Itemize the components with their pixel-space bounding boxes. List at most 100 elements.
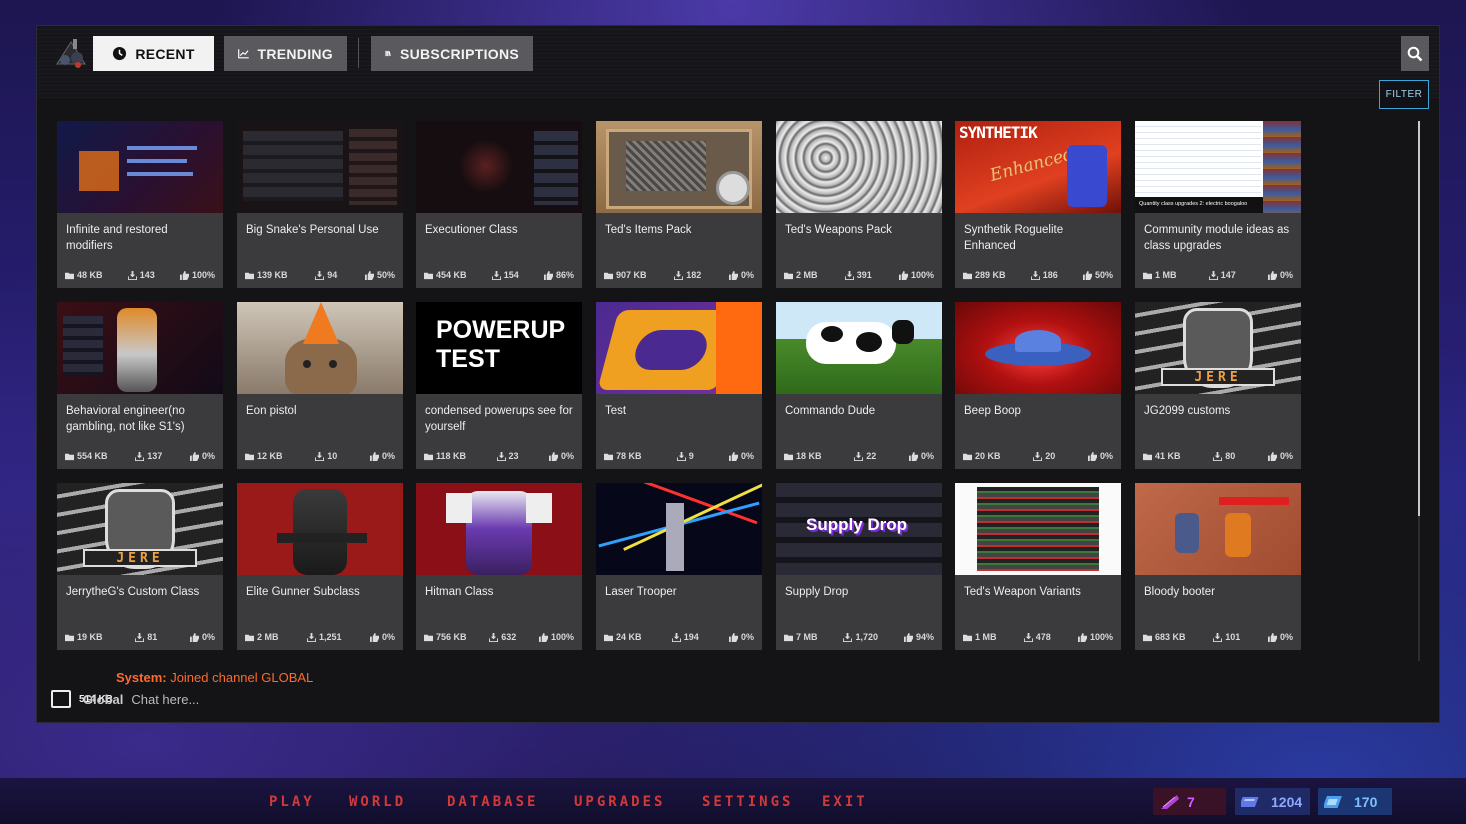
mod-thumbnail[interactable]: JERE — [1135, 302, 1301, 394]
mod-card[interactable]: Big Snake's Personal Use 139 KB 94 50% — [237, 121, 403, 288]
chat-expand-icon[interactable] — [51, 690, 71, 708]
mod-thumbnail[interactable]: Quantity class upgrades 2: electric boog… — [1135, 121, 1301, 213]
folder-icon — [245, 453, 254, 460]
download-icon — [306, 632, 316, 642]
mod-card[interactable]: Quantity class upgrades 2: electric boog… — [1135, 121, 1301, 288]
mod-thumbnail[interactable] — [237, 121, 403, 213]
mod-thumbnail[interactable] — [955, 302, 1121, 394]
mod-rating: 0% — [369, 632, 395, 642]
chat-channel-label: Global — [82, 691, 124, 707]
tab-subscriptions[interactable]: SUBSCRIPTIONS — [371, 36, 533, 71]
mod-downloads-value: 137 — [147, 451, 163, 461]
scrollbar-thumb[interactable] — [1418, 121, 1420, 516]
thumbs-up-icon — [1087, 451, 1097, 461]
mod-card[interactable]: Ted's Weapon Variants 1 MB 478 100% — [955, 483, 1121, 650]
menu-exit[interactable]: EXIT — [822, 794, 868, 810]
chat-input[interactable] — [131, 691, 332, 707]
mod-card[interactable]: Elite Gunner Subclass 2 MB 1,251 0% — [237, 483, 403, 650]
mod-thumbnail[interactable]: POWERUP TEST — [416, 302, 582, 394]
mod-downloads-value: 186 — [1042, 270, 1058, 280]
mod-downloads-value: 391 — [856, 270, 872, 280]
mod-rating: 0% — [728, 632, 754, 642]
mod-thumbnail[interactable]: SYNTHETIK Enhanced — [955, 121, 1121, 213]
mod-card[interactable]: Bloody booter 683 KB 101 0% — [1135, 483, 1301, 650]
mod-card[interactable]: Test 78 KB 9 0% — [596, 302, 762, 469]
mod-card[interactable]: Hitman Class 756 KB 632 100% — [416, 483, 582, 650]
menu-world[interactable]: WORLD — [349, 794, 406, 810]
mod-stats: 907 KB 182 0% — [604, 269, 754, 281]
mod-thumbnail[interactable] — [955, 483, 1121, 575]
mod-card[interactable]: Ted's Weapons Pack 2 MB 391 100% — [776, 121, 942, 288]
mod-rating-value: 0% — [740, 632, 754, 642]
mod-rating-value: 0% — [201, 632, 215, 642]
thumb-text: SYNTHETIK — [959, 123, 1038, 142]
filter-button[interactable]: FILTER — [1379, 80, 1429, 109]
mod-card[interactable]: Behavioral engineer(no gambling, not lik… — [57, 302, 223, 469]
folder-icon — [963, 453, 972, 460]
workshop-panel: RECENT TRENDING SUBSCRIPTIONS FILTER Inf… — [36, 25, 1440, 723]
thumbs-up-icon — [728, 451, 738, 461]
mod-downloads-value: 80 — [1225, 451, 1236, 461]
menu-settings[interactable]: SETTINGS — [702, 794, 793, 810]
menu-database[interactable]: DATABASE — [447, 794, 538, 810]
mod-stats: 1 MB 147 0% — [1143, 269, 1293, 281]
mod-rating: 0% — [189, 451, 215, 461]
mod-size-value: 118 KB — [436, 451, 467, 461]
mod-size: 683 KB — [1143, 632, 1186, 642]
mod-card[interactable]: Executioner Class 454 KB 154 86% — [416, 121, 582, 288]
mod-thumbnail[interactable] — [237, 302, 403, 394]
mod-thumbnail[interactable] — [57, 302, 223, 394]
mod-thumbnail[interactable] — [776, 302, 942, 394]
mod-thumbnail[interactable] — [1135, 483, 1301, 575]
download-icon — [491, 270, 501, 280]
mod-rating-value: 0% — [920, 451, 934, 461]
mod-card[interactable]: Laser Trooper 24 KB 194 0% — [596, 483, 762, 650]
mod-rating: 86% — [543, 270, 574, 280]
mod-stats: 78 KB 9 0% — [604, 450, 754, 462]
grid-scrollbar[interactable] — [1418, 121, 1420, 661]
mod-downloads: 391 — [844, 270, 872, 280]
mod-thumbnail[interactable] — [596, 121, 762, 213]
mod-card[interactable]: POWERUP TEST condensed powerups see for y… — [416, 302, 582, 469]
mod-thumbnail[interactable] — [237, 483, 403, 575]
mod-downloads: 147 — [1208, 270, 1236, 280]
tab-trending[interactable]: TRENDING — [224, 36, 347, 71]
download-icon — [674, 270, 684, 280]
mod-card[interactable]: Eon pistol 12 KB 10 0% — [237, 302, 403, 469]
mod-rating: 0% — [1267, 632, 1293, 642]
menu-play[interactable]: PLAY — [269, 794, 315, 810]
thumbs-up-icon — [898, 270, 908, 280]
thumbs-up-icon — [908, 451, 918, 461]
mod-rating-value: 100% — [550, 632, 574, 642]
mod-thumbnail[interactable] — [416, 121, 582, 213]
mod-card[interactable]: Infinite and restored modifiers 48 KB 143 1… — [57, 121, 223, 288]
mod-thumbnail[interactable] — [596, 302, 762, 394]
tab-recent[interactable]: RECENT — [93, 36, 214, 71]
mod-rating-value: 100% — [191, 270, 215, 280]
search-button[interactable] — [1401, 36, 1429, 71]
mod-downloads: 137 — [135, 451, 162, 461]
mod-thumbnail[interactable] — [596, 483, 762, 575]
chat-system-text: Joined channel GLOBAL — [166, 670, 314, 685]
mod-card[interactable]: Supply Drop Supply Drop 7 MB 1,720 94% — [776, 483, 942, 650]
mod-card[interactable]: Ted's Items Pack 907 KB 182 0% — [596, 121, 762, 288]
mod-card[interactable]: JERE JerrytheG's Custom Class 19 KB 81 0% — [57, 483, 223, 650]
tab-label: SUBSCRIPTIONS — [399, 45, 519, 62]
folder-icon — [963, 272, 972, 279]
mod-downloads: 1,720 — [843, 632, 878, 642]
mod-thumbnail[interactable] — [57, 121, 223, 213]
menu-upgrades[interactable]: UPGRADES — [574, 794, 665, 810]
mod-title: Ted's Items Pack — [605, 224, 692, 236]
mod-thumbnail[interactable]: Supply Drop — [776, 483, 942, 575]
mod-thumbnail[interactable] — [416, 483, 582, 575]
thumb-text: Supply Drop — [806, 515, 908, 534]
mod-thumbnail[interactable]: JERE — [57, 483, 223, 575]
mod-card[interactable]: Commando Dude 18 KB 22 0% — [776, 302, 942, 469]
mod-card[interactable]: JERE JG2099 customs 41 KB 80 0% — [1135, 302, 1301, 469]
mod-stats: 20 KB 20 0% — [963, 450, 1113, 462]
mod-card[interactable]: Beep Boop 20 KB 20 0% — [955, 302, 1121, 469]
mod-card[interactable]: SYNTHETIK Enhanced Synthetik Roguelite Enh… — [955, 121, 1121, 288]
mod-thumbnail[interactable] — [776, 121, 942, 213]
thumbs-up-icon — [538, 632, 548, 642]
thumbs-up-icon — [364, 270, 374, 280]
